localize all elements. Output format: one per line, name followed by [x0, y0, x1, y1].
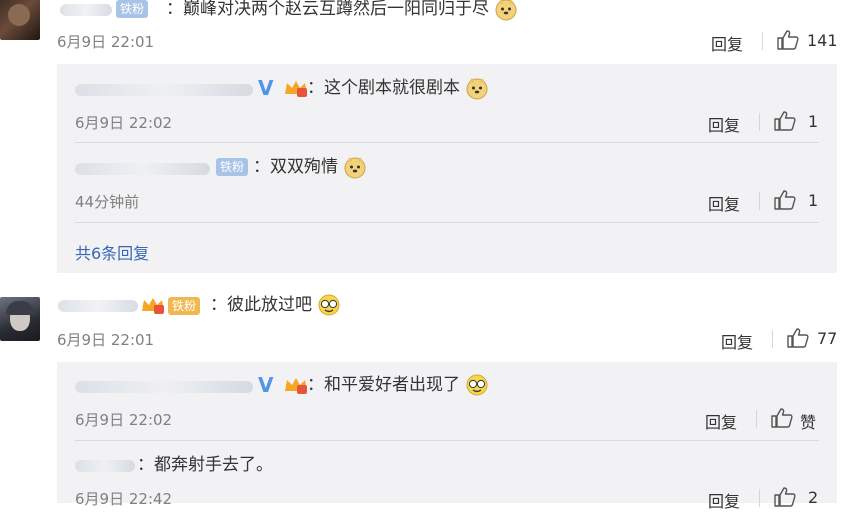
- comment-text: ：巅峰对决两个赵云互蹲然后一阳同归于尽: [166, 0, 518, 21]
- verified-icon: V: [258, 373, 274, 397]
- doge-emoji-icon: [466, 78, 488, 100]
- like-count: 77: [817, 329, 838, 348]
- reply-time: 6月9日 22:02: [75, 411, 173, 429]
- doge-emoji-icon: [344, 157, 366, 179]
- divider: [759, 192, 760, 210]
- like-count: 1: [808, 191, 819, 210]
- member-crown-icon: [285, 81, 307, 97]
- reply-time: 6月9日 22:42: [75, 490, 173, 508]
- divider: [75, 222, 819, 223]
- like-icon[interactable]: [771, 408, 793, 428]
- divider: [756, 410, 757, 428]
- username-blurred[interactable]: [75, 163, 210, 175]
- username-blurred[interactable]: [60, 4, 112, 16]
- like-icon[interactable]: [787, 328, 809, 348]
- like-count: 赞: [800, 413, 817, 432]
- username-blurred[interactable]: [75, 460, 135, 472]
- like-icon[interactable]: [774, 487, 796, 507]
- fan-badge: 铁粉: [168, 297, 201, 315]
- divider: [772, 330, 773, 348]
- like-icon[interactable]: [774, 111, 796, 131]
- comment-time: 6月9日 22:01: [57, 33, 155, 51]
- reply-text: ：双双殉情: [253, 155, 367, 179]
- laugh-cry-emoji-icon: [318, 294, 340, 316]
- more-replies-link[interactable]: 共6条回复: [75, 240, 149, 264]
- username-blurred[interactable]: [75, 84, 253, 96]
- comment-time: 6月9日 22:01: [57, 331, 155, 349]
- reply-text: ：都奔射手去了。: [137, 455, 273, 475]
- like-count: 141: [807, 31, 838, 50]
- username-blurred[interactable]: [58, 300, 138, 312]
- reply-time: 44分钟前: [75, 193, 140, 211]
- reply-text: ：和平爱好者出现了: [307, 373, 489, 397]
- like-count: 2: [808, 488, 819, 507]
- reply-button[interactable]: 回复: [708, 191, 740, 215]
- username-blurred[interactable]: [75, 381, 253, 393]
- member-crown-icon: [142, 298, 164, 314]
- fan-badge: 铁粉: [116, 0, 149, 18]
- reply-button[interactable]: 回复: [708, 488, 740, 512]
- like-icon[interactable]: [774, 190, 796, 210]
- divider: [759, 113, 760, 131]
- avatar[interactable]: [0, 297, 40, 341]
- like-count: 1: [808, 112, 819, 131]
- divider: [75, 440, 819, 441]
- divider: [762, 32, 763, 50]
- member-crown-icon: [285, 378, 307, 394]
- reply-button[interactable]: 回复: [721, 329, 753, 353]
- reply-button[interactable]: 回复: [708, 112, 740, 136]
- divider: [759, 489, 760, 507]
- comment-text: ：彼此放过吧: [210, 293, 341, 317]
- avatar[interactable]: [0, 0, 40, 40]
- fan-badge: 铁粉: [216, 158, 249, 176]
- divider: [75, 142, 819, 143]
- doge-emoji-icon: [495, 0, 517, 21]
- laugh-cry-emoji-icon: [466, 374, 488, 396]
- reply-text: ：这个剧本就很剧本: [307, 76, 489, 100]
- reply-button[interactable]: 回复: [711, 31, 743, 55]
- like-icon[interactable]: [777, 30, 799, 50]
- verified-icon: V: [258, 76, 274, 100]
- reply-button[interactable]: 回复: [705, 409, 737, 433]
- reply-time: 6月9日 22:02: [75, 114, 173, 132]
